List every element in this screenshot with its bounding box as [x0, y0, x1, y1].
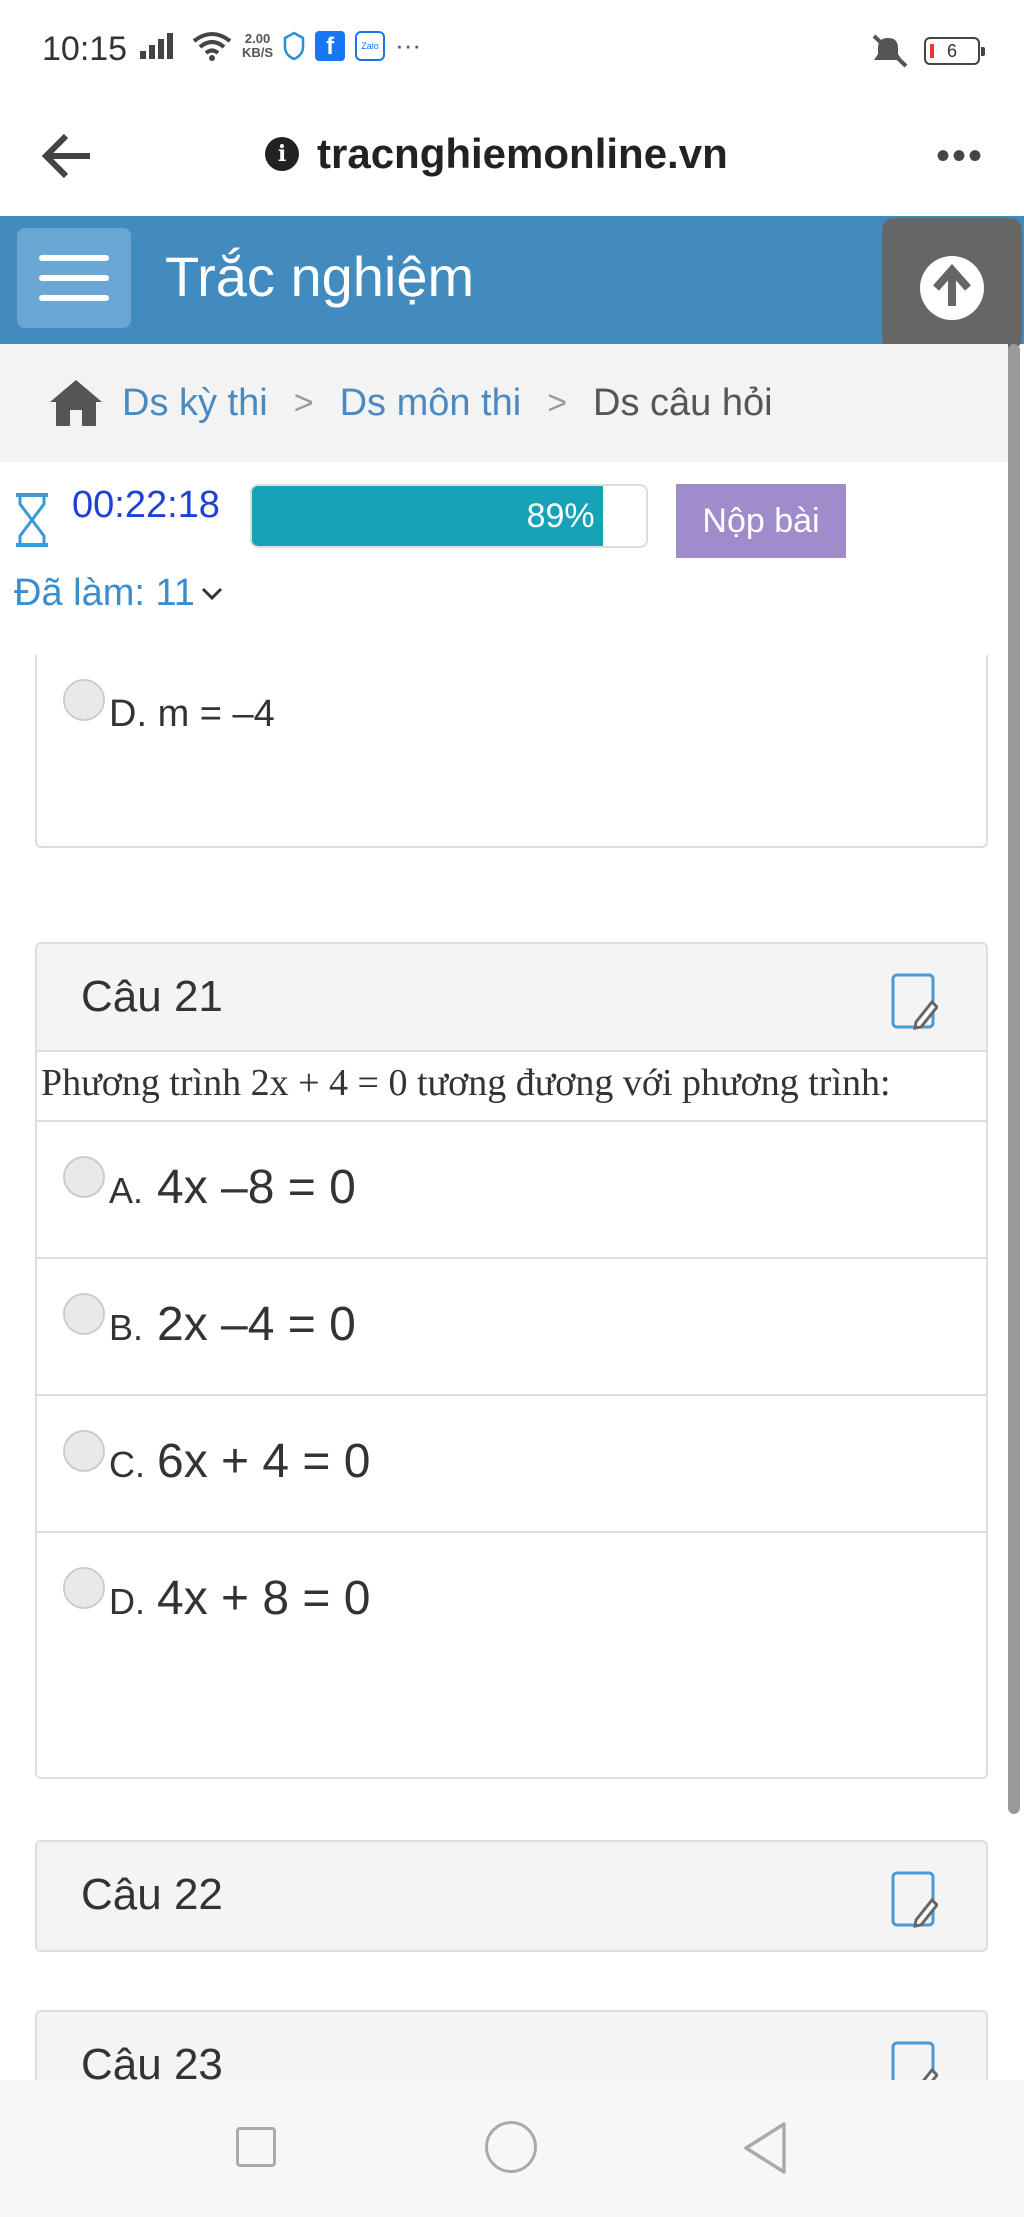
net-speed: 2.00 KB/S: [242, 30, 274, 60]
menu-line: [39, 275, 109, 281]
question-list: D. m = –4 Câu 21 Phương trình 2x + 4 = 0…: [0, 655, 1008, 2080]
radio-button[interactable]: [63, 679, 105, 721]
question-title: Câu 21: [81, 972, 223, 1021]
question-header[interactable]: Câu 22: [37, 1842, 986, 1950]
menu-line: [39, 295, 109, 301]
hamburger-menu-button[interactable]: [17, 228, 131, 328]
option-letter: B.: [109, 1307, 144, 1348]
submit-button[interactable]: Nộp bài: [676, 484, 846, 558]
breadcrumb-separator: >: [547, 383, 568, 422]
note-edit-icon[interactable]: [890, 1870, 938, 1930]
breadcrumb-exam-list[interactable]: Ds kỳ thi: [122, 382, 268, 425]
menu-line: [39, 255, 109, 261]
radio-button[interactable]: [63, 1567, 105, 1609]
signal-icon: [140, 32, 173, 59]
chevron-down-icon: [201, 587, 222, 600]
note-edit-icon[interactable]: [890, 972, 938, 1032]
status-right: 6: [870, 34, 985, 68]
site-info-icon[interactable]: i: [265, 137, 299, 171]
breadcrumb-subject-list[interactable]: Ds môn thi: [340, 382, 522, 425]
page-scrollbar[interactable]: [1008, 344, 1020, 1814]
question-card-21: Câu 21 Phương trình 2x + 4 = 0 tương đươ…: [35, 942, 988, 1779]
time-remaining: 00:22:18: [72, 484, 220, 526]
question-header: Câu 21: [37, 944, 986, 1052]
option-text: 6x + 4 = 0: [157, 1435, 371, 1488]
more-notifications-icon: ···: [395, 30, 422, 60]
recent-apps-icon[interactable]: [236, 2127, 276, 2167]
url-text: tracnghiemonline.vn: [317, 130, 728, 177]
home-icon[interactable]: [48, 378, 104, 428]
question-header[interactable]: Câu 23: [37, 2012, 986, 2080]
browser-menu-icon[interactable]: •••: [936, 134, 984, 179]
system-nav-bar: [0, 2080, 1024, 2217]
option-letter: D.: [109, 1581, 145, 1622]
radio-button[interactable]: [63, 1156, 105, 1198]
home-button-icon[interactable]: [485, 2121, 537, 2173]
breadcrumb-current: Ds câu hỏi: [593, 381, 773, 424]
exam-status-row: 00:22:18 89% Nộp bài: [0, 462, 1008, 567]
option-text-inline: D. m = –4: [109, 693, 275, 735]
option-letter: C.: [109, 1444, 145, 1485]
progress-fill: 89%: [252, 486, 603, 546]
app-header: Trắc nghiệm: [0, 216, 1024, 344]
browser-bar: i tracnghiemonline.vn •••: [0, 100, 1024, 216]
option-a[interactable]: A. 4x –8 = 0: [37, 1122, 986, 1259]
url-bar[interactable]: i tracnghiemonline.vn: [265, 124, 728, 184]
question-card-previous: D. m = –4: [35, 655, 988, 848]
vpn-icon: [283, 31, 305, 60]
zalo-icon: Zalo: [355, 30, 386, 61]
battery-icon: 6: [924, 37, 985, 65]
option-text: 4x + 8 = 0: [157, 1572, 371, 1625]
status-time: 10:15: [42, 30, 128, 68]
scroll-to-top-button[interactable]: [882, 218, 1022, 350]
back-arrow-icon[interactable]: [38, 126, 98, 186]
note-edit-icon[interactable]: [890, 2040, 938, 2080]
option-b[interactable]: B. 2x –4 = 0: [37, 1259, 986, 1396]
question-text: Phương trình 2x + 4 = 0 tương đương với …: [37, 1052, 986, 1122]
net-speed-value: 2.00: [244, 30, 271, 46]
option-c[interactable]: C. 6x + 4 = 0: [37, 1396, 986, 1533]
question-card-23: Câu 23: [35, 2010, 988, 2080]
app-title: Trắc nghiệm: [165, 245, 475, 308]
radio-button[interactable]: [63, 1293, 105, 1335]
status-icons: 2.00 KB/S f Zalo ···: [140, 30, 421, 61]
facebook-icon: f: [315, 30, 346, 61]
question-card-22: Câu 22: [35, 1840, 988, 1952]
back-triangle-icon[interactable]: [740, 2120, 790, 2176]
answered-count-label: Đã làm: 11: [14, 572, 195, 614]
option-d[interactable]: D. m = –4: [37, 655, 986, 782]
question-title: Câu 23: [81, 2040, 223, 2080]
net-speed-unit: KB/S: [242, 44, 274, 60]
question-title: Câu 22: [81, 1870, 223, 1919]
option-text: 2x –4 = 0: [157, 1298, 356, 1351]
arrow-up-icon: [920, 256, 984, 320]
status-bar: 10:15 2.00 KB/S f Zalo ··· 6: [0, 0, 1024, 100]
radio-button[interactable]: [63, 1430, 105, 1472]
breadcrumb: Ds kỳ thi > Ds môn thi > Ds câu hỏi: [0, 344, 1008, 462]
option-text: 4x –8 = 0: [157, 1161, 356, 1214]
breadcrumb-separator: >: [293, 383, 314, 422]
option-d[interactable]: D. 4x + 8 = 0: [37, 1533, 986, 1670]
option-letter: A.: [109, 1170, 144, 1211]
mute-icon: [872, 34, 908, 68]
hourglass-icon: [16, 493, 48, 547]
answered-count-dropdown[interactable]: Đã làm: 11: [14, 572, 223, 615]
wifi-icon: [192, 31, 232, 61]
progress-bar: 89%: [250, 484, 648, 548]
